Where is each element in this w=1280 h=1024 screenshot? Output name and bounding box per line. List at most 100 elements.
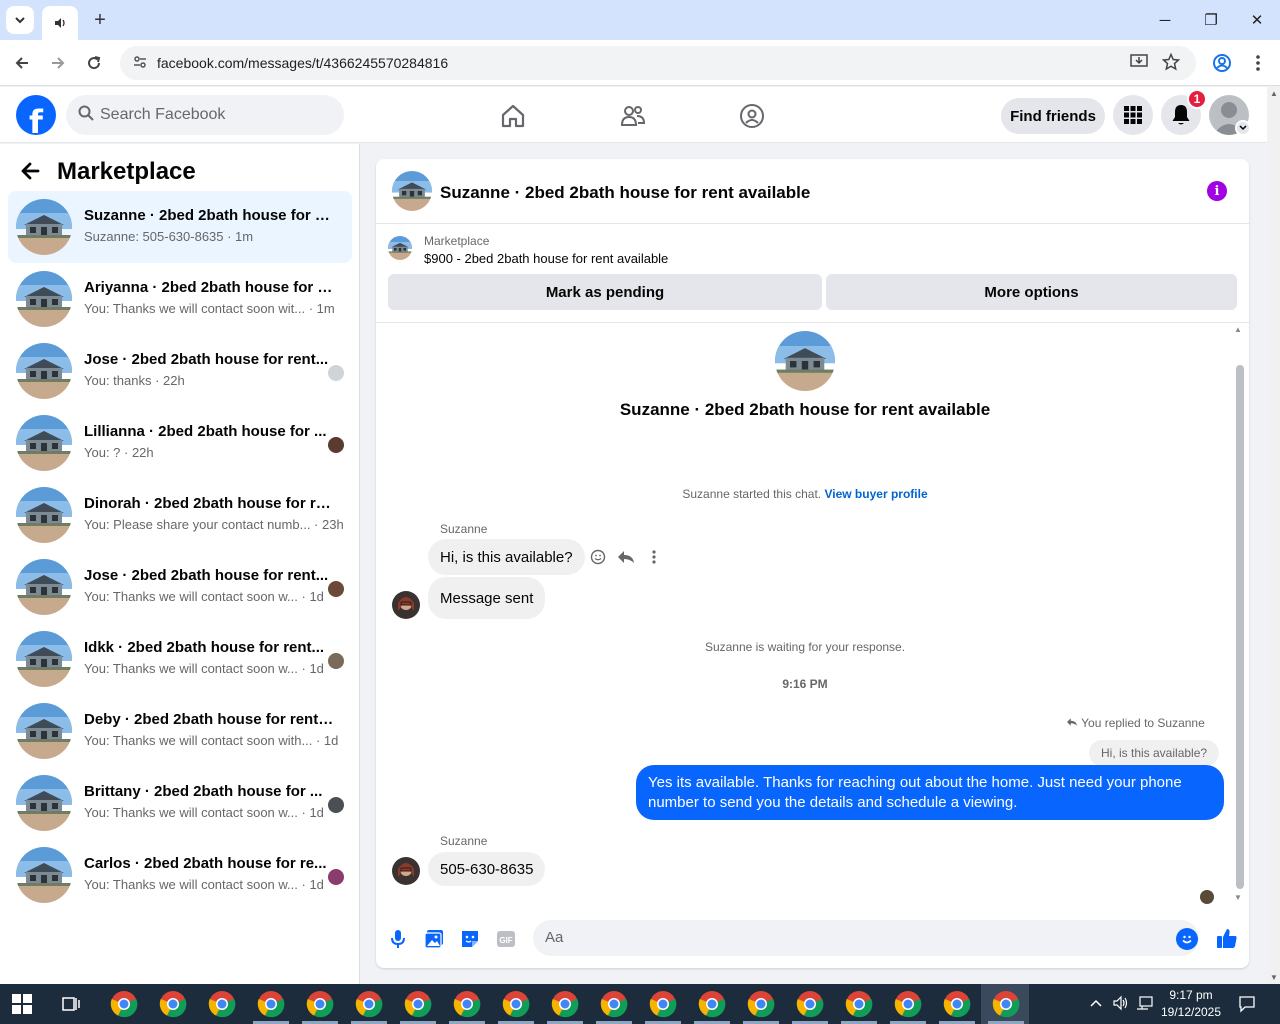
search-input[interactable]: Search Facebook — [66, 95, 344, 135]
conversation-item[interactable]: Deby · 2bed 2bath house for rent ... You… — [8, 695, 352, 767]
listing-thumbnail[interactable] — [388, 236, 412, 260]
more-vertical-icon[interactable] — [643, 546, 665, 568]
listing-thumbnail — [16, 415, 72, 471]
chrome-app-icon[interactable] — [110, 990, 138, 1018]
chrome-app-icon[interactable] — [747, 990, 775, 1018]
chrome-app-icon[interactable] — [257, 990, 285, 1018]
listing-title[interactable]: $900 - 2bed 2bath house for rent availab… — [424, 251, 668, 266]
chrome-app-icon[interactable] — [845, 990, 873, 1018]
conversation-item[interactable]: Suzanne · 2bed 2bath house for re... Suz… — [8, 191, 352, 263]
listing-thumbnail[interactable] — [392, 171, 432, 211]
facebook-logo[interactable]: f — [16, 95, 56, 135]
chrome-app-icon[interactable] — [306, 990, 334, 1018]
chrome-app-icon[interactable] — [208, 990, 236, 1018]
arrow-right-icon — [52, 57, 65, 69]
outgoing-message[interactable]: Yes its available. Thanks for reaching o… — [636, 765, 1224, 820]
conversation-item[interactable]: Lillianna · 2bed 2bath house for ... You… — [8, 407, 352, 479]
url-field[interactable]: facebook.com/messages/t/4366245570284816 — [120, 46, 1196, 80]
groups-tab[interactable] — [737, 101, 767, 131]
show-hidden-icons[interactable] — [1090, 995, 1102, 1011]
scroll-down-arrow[interactable]: ▼ — [1270, 973, 1278, 982]
reply-icon[interactable] — [615, 546, 637, 568]
maximize-button[interactable]: ❐ — [1196, 8, 1226, 32]
friends-tab[interactable] — [618, 101, 648, 131]
quoted-message[interactable]: Hi, is this available? — [1089, 740, 1220, 766]
chrome-app-icon[interactable] — [600, 990, 628, 1018]
volume-icon[interactable] — [1112, 995, 1128, 1014]
site-settings-icon[interactable] — [132, 54, 148, 73]
chrome-app-icon[interactable] — [796, 990, 824, 1018]
browser-tab[interactable] — [42, 6, 78, 40]
conversation-item[interactable]: Carlos · 2bed 2bath house for re... You:… — [8, 839, 352, 911]
install-app-icon[interactable] — [1130, 53, 1148, 74]
more-vertical-icon — [1256, 55, 1260, 71]
friends-icon — [620, 106, 646, 126]
page-scrollbar[interactable]: ▲ ▼ — [1268, 87, 1280, 984]
info-icon[interactable]: i — [1207, 181, 1227, 201]
incoming-message[interactable]: Message sent — [428, 577, 546, 619]
account-dropdown-button[interactable] — [1235, 120, 1251, 136]
chrome-app-icon[interactable] — [649, 990, 677, 1018]
gif-icon[interactable]: GIF — [494, 927, 518, 951]
menu-button[interactable] — [1113, 95, 1153, 135]
new-tab-button[interactable]: + — [88, 8, 112, 32]
incoming-message[interactable]: Hi, is this available? — [428, 539, 585, 575]
photo-icon[interactable] — [422, 927, 446, 951]
bookmark-star-icon[interactable] — [1161, 52, 1181, 76]
sender-avatar[interactable] — [392, 591, 420, 619]
svg-text:GIF: GIF — [499, 936, 512, 945]
more-options-button[interactable]: More options — [826, 274, 1237, 310]
profile-button[interactable] — [1209, 50, 1235, 76]
notification-center-icon[interactable] — [1238, 995, 1256, 1018]
message-input[interactable]: Aa — [533, 920, 1199, 956]
back-button[interactable] — [20, 160, 40, 188]
conversation-item[interactable]: Brittany · 2bed 2bath house for ... You:… — [8, 767, 352, 839]
chat-title[interactable]: Suzanne · 2bed 2bath house for rent avai… — [440, 183, 810, 203]
back-button[interactable] — [9, 50, 35, 76]
tab-search-button[interactable] — [6, 6, 34, 34]
chrome-app-icon[interactable] — [502, 990, 530, 1018]
emoji-icon[interactable] — [1176, 928, 1198, 950]
system-clock[interactable]: 9:17 pm 19/12/2025 — [1155, 987, 1227, 1021]
smiley-icon[interactable] — [587, 546, 609, 568]
view-buyer-profile-link[interactable]: View buyer profile — [824, 487, 927, 501]
chrome-app-icon[interactable] — [943, 990, 971, 1018]
sender-avatar[interactable] — [392, 857, 420, 885]
scroll-up-arrow[interactable]: ▲ — [1234, 325, 1242, 334]
find-friends-button[interactable]: Find friends — [1001, 98, 1105, 134]
incoming-message[interactable]: 505-630-8635 — [428, 852, 546, 886]
chrome-app-icon[interactable] — [453, 990, 481, 1018]
conversation-item[interactable]: Jose · 2bed 2bath house for rent... You:… — [8, 335, 352, 407]
task-view-icon[interactable] — [60, 994, 82, 1014]
chrome-app-icon[interactable] — [404, 990, 432, 1018]
browser-menu-button[interactable] — [1245, 50, 1271, 76]
search-icon — [78, 105, 94, 126]
chrome-app-icon[interactable] — [159, 990, 187, 1018]
network-icon[interactable] — [1136, 995, 1154, 1014]
chevron-down-icon — [15, 17, 25, 24]
sticker-icon[interactable] — [458, 927, 482, 951]
conversation-snippet: You: Thanks we will contact soon wit... … — [84, 301, 335, 316]
windows-start-icon[interactable] — [12, 994, 32, 1014]
mark-as-pending-button[interactable]: Mark as pending — [388, 274, 822, 310]
scroll-up-arrow[interactable]: ▲ — [1270, 89, 1278, 98]
timestamp: 9:16 PM — [782, 677, 828, 691]
home-tab[interactable] — [498, 101, 528, 131]
scroll-down-arrow[interactable]: ▼ — [1234, 893, 1242, 902]
thumbs-up-icon[interactable] — [1214, 925, 1240, 951]
microphone-icon[interactable] — [386, 927, 410, 951]
chrome-app-icon[interactable] — [698, 990, 726, 1018]
conversation-item[interactable]: Idkk · 2bed 2bath house for rent... You:… — [8, 623, 352, 695]
chrome-app-icon[interactable] — [355, 990, 383, 1018]
reload-button[interactable] — [81, 50, 107, 76]
close-window-button[interactable]: ✕ — [1242, 8, 1272, 32]
conversation-item[interactable]: Dinorah · 2bed 2bath house for re... You… — [8, 479, 352, 551]
chat-scrollbar-thumb[interactable] — [1236, 365, 1244, 889]
chrome-app-icon[interactable] — [894, 990, 922, 1018]
chrome-app-icon[interactable] — [551, 990, 579, 1018]
conversation-item[interactable]: Ariyanna · 2bed 2bath house for r... You… — [8, 263, 352, 335]
forward-button[interactable] — [45, 50, 71, 76]
chrome-app-icon[interactable] — [992, 990, 1020, 1018]
minimize-button[interactable]: ─ — [1150, 8, 1180, 32]
conversation-item[interactable]: Jose · 2bed 2bath house for rent... You:… — [8, 551, 352, 623]
